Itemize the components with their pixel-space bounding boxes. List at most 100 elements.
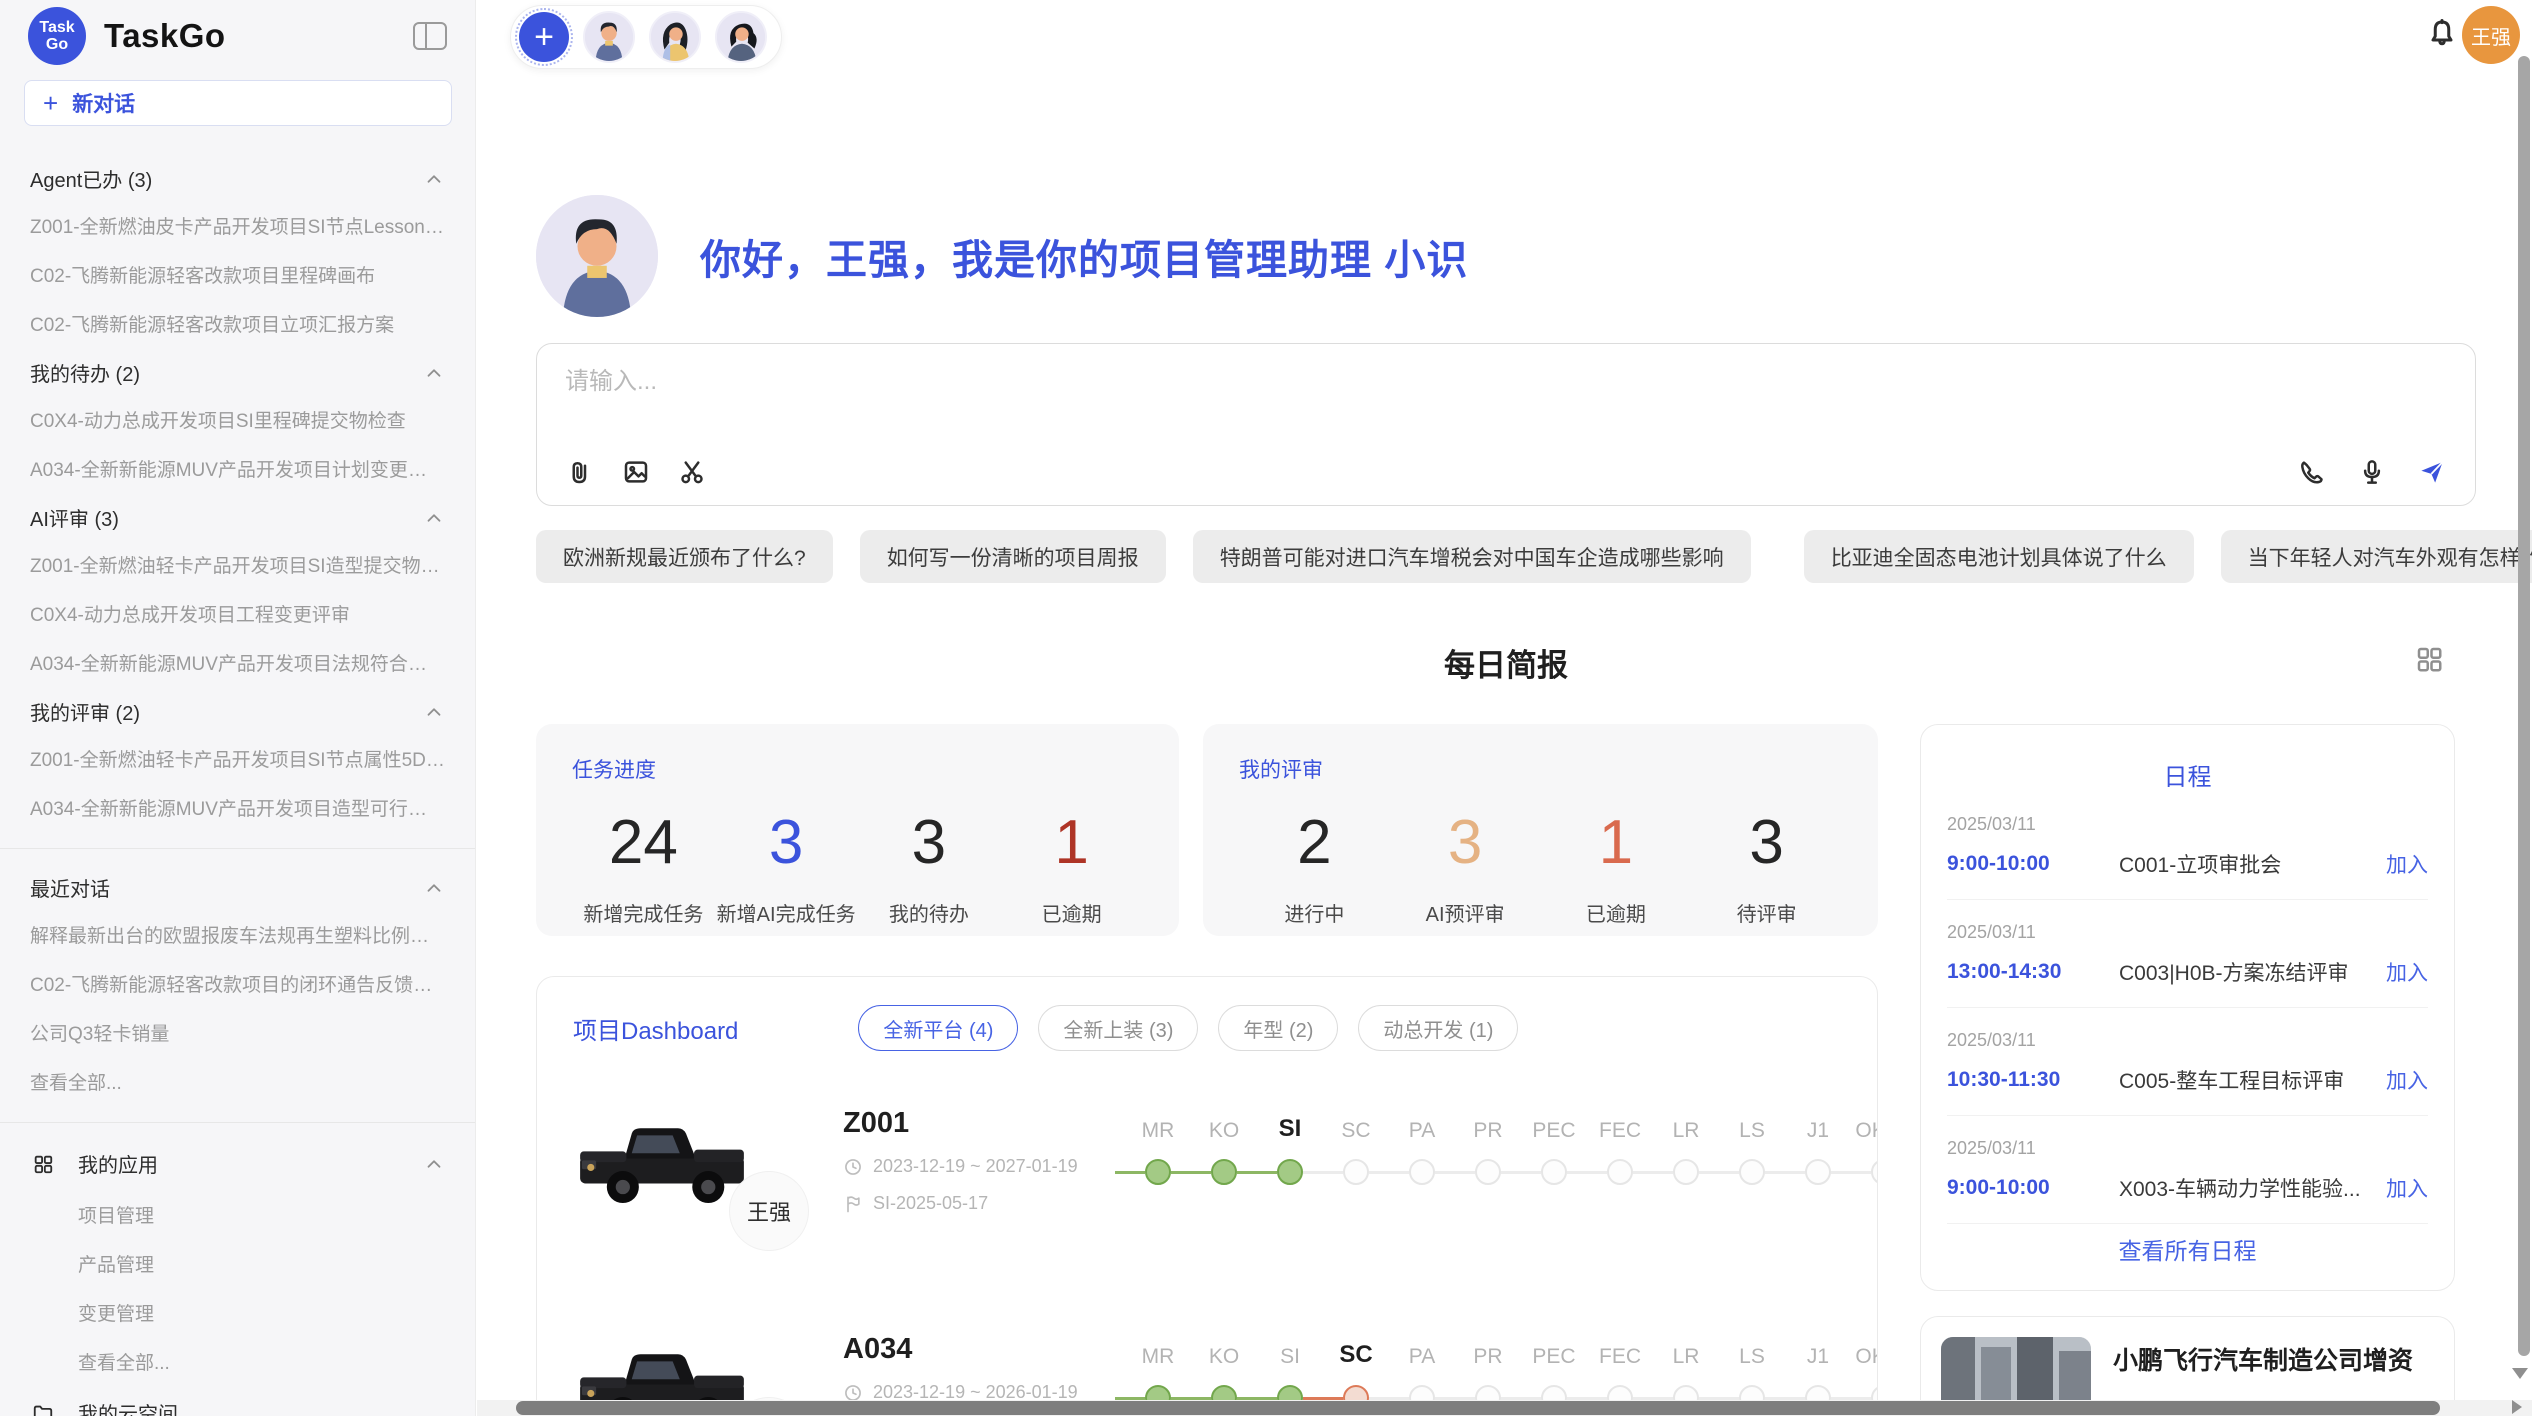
app-item-product-mgmt[interactable]: 产品管理: [0, 1239, 475, 1288]
app-item-change-mgmt[interactable]: 变更管理: [0, 1288, 475, 1337]
cloud-space-label: 我的云空间: [78, 1398, 178, 1416]
list-item[interactable]: C02-飞腾新能源轻客改款项目的闭环通告反馈情况: [0, 959, 475, 1008]
milestone-dot-ko[interactable]: KO: [1211, 1159, 1237, 1185]
section-agent-done[interactable]: Agent已办 (3): [0, 154, 475, 201]
section-my-review[interactable]: 我的评审 (2): [0, 687, 475, 734]
section-ai-review[interactable]: AI评审 (3): [0, 493, 475, 540]
join-link[interactable]: 加入: [2386, 1065, 2428, 1095]
scroll-right-arrow[interactable]: [2512, 1400, 2522, 1414]
project-info: Z001 2023-12-19 ~ 2027-01-19 SI-2025-05-…: [843, 1099, 1115, 1214]
list-item[interactable]: A034-全新新能源MUV产品开发项目法规符合性评审: [0, 638, 475, 687]
project-code: Z001: [843, 1107, 1115, 1140]
join-link[interactable]: 加入: [2386, 1173, 2428, 1203]
event-title: C001-立项审批会: [2119, 849, 2386, 879]
section-recent-chats[interactable]: 最近对话: [0, 863, 475, 910]
list-item[interactable]: Z001-全新燃油皮卡产品开发项目SI节点Lesson Learn报告: [0, 201, 475, 250]
list-item[interactable]: C0X4-动力总成开发项目工程变更评审: [0, 589, 475, 638]
sidebar-collapse-icon[interactable]: [413, 22, 447, 50]
briefing-left-column: 任务进度 24 新增完成任务 3 新增AI完成任务 3: [536, 724, 1878, 1416]
layout-grid-icon[interactable]: [2414, 644, 2444, 674]
vertical-scrollbar[interactable]: [2518, 56, 2530, 1356]
milestone-dot-pa[interactable]: PA: [1409, 1159, 1435, 1185]
send-icon[interactable]: [2417, 457, 2447, 487]
milestone-segment: [1115, 1171, 1145, 1174]
suggestion-chip[interactable]: 如何写一份清晰的项目周报: [860, 530, 1166, 583]
schedule-event: 2025/03/11 13:00-14:30 C003|H0B-方案冻结评审 加…: [1947, 900, 2428, 1008]
filter-powertrain[interactable]: 动总开发 (1): [1358, 1005, 1518, 1051]
list-item[interactable]: Z001-全新燃油轻卡产品开发项目SI造型提交物评审: [0, 540, 475, 589]
milestone-segment: [1435, 1171, 1475, 1174]
filter-new-platform[interactable]: 全新平台 (4): [858, 1005, 1018, 1051]
milestone-dot-ls[interactable]: LS: [1739, 1159, 1765, 1185]
list-item[interactable]: 公司Q3轻卡销量: [0, 1008, 475, 1057]
chevron-up-icon[interactable]: [423, 362, 445, 384]
milestone-dot-mr[interactable]: MR: [1145, 1159, 1171, 1185]
view-all-apps[interactable]: 查看全部...: [0, 1337, 475, 1386]
dashboard-title: 项目Dashboard: [573, 1011, 738, 1046]
scissors-icon[interactable]: [677, 457, 707, 487]
list-item[interactable]: A034-全新新能源MUV产品开发项目造型可行性评审: [0, 783, 475, 832]
list-item[interactable]: A034-全新新能源MUV产品开发项目计划变更表编写: [0, 444, 475, 493]
sidebar-item-my-apps[interactable]: 我的应用: [0, 1137, 475, 1190]
filter-year-model[interactable]: 年型 (2): [1218, 1005, 1338, 1051]
list-item[interactable]: C0X4-动力总成开发项目SI里程碑提交物检查: [0, 395, 475, 444]
sidebar-item-cloud-space[interactable]: 我的云空间: [0, 1386, 475, 1416]
suggestion-chip[interactable]: 当下年轻人对汽车外观有怎样的喜好趋势: [2221, 530, 2532, 583]
app-item-project-mgmt[interactable]: 项目管理: [0, 1190, 475, 1239]
card-title: 任务进度: [572, 754, 1143, 784]
chevron-up-icon[interactable]: [423, 701, 445, 723]
list-item[interactable]: C02-飞腾新能源轻客改款项目里程碑画布: [0, 250, 475, 299]
view-all-chats[interactable]: 查看全部...: [0, 1057, 475, 1106]
app-logo: Task Go: [28, 7, 86, 65]
folder-icon: [30, 1400, 56, 1416]
dashboard-header: 项目Dashboard 全新平台 (4) 全新上装 (3) 年型 (2) 动总开…: [537, 1005, 1877, 1051]
suggestion-chip[interactable]: 比亚迪全固态电池计划具体说了什么: [1804, 530, 2194, 583]
logo-text-top: Task: [39, 19, 74, 36]
chevron-up-icon[interactable]: [423, 877, 445, 899]
milestone-dot-pec[interactable]: PEC: [1541, 1159, 1567, 1185]
attachment-icon[interactable]: [565, 457, 595, 487]
milestone-label: PR: [1473, 1345, 1502, 1369]
milestone-dot-oktb[interactable]: OKTB: [1871, 1159, 1878, 1185]
scroll-down-arrow[interactable]: [2512, 1368, 2528, 1379]
milestone-label: KO: [1209, 1345, 1239, 1369]
microphone-icon[interactable]: [2357, 457, 2387, 487]
view-all-schedule-link[interactable]: 查看所有日程: [1947, 1224, 2428, 1266]
milestone-dot-fec[interactable]: FEC: [1607, 1159, 1633, 1185]
chevron-up-icon[interactable]: [423, 1153, 445, 1175]
project-row[interactable]: 王强 Z001 2023-12-19 ~ 2027-01-19 SI-2025-…: [537, 1099, 1877, 1277]
phone-call-icon[interactable]: [2297, 457, 2327, 487]
project-dashboard-card: 项目Dashboard 全新平台 (4) 全新上装 (3) 年型 (2) 动总开…: [536, 976, 1878, 1416]
section-label: Agent已办 (3): [30, 164, 152, 193]
milestone-segment: [1765, 1171, 1805, 1174]
milestone-dot-j1[interactable]: J1: [1805, 1159, 1831, 1185]
milestone-dot-pr[interactable]: PR: [1475, 1159, 1501, 1185]
join-link[interactable]: 加入: [2386, 849, 2428, 879]
image-icon[interactable]: [621, 457, 651, 487]
list-item[interactable]: Z001-全新燃油轻卡产品开发项目SI节点属性5D文件评审: [0, 734, 475, 783]
event-title: C005-整车工程目标评审: [2119, 1065, 2386, 1095]
milestone-dot-sc[interactable]: SC: [1343, 1159, 1369, 1185]
milestone-dot-lr[interactable]: LR: [1673, 1159, 1699, 1185]
milestone-label: SI: [1279, 1115, 1302, 1143]
chevron-up-icon[interactable]: [423, 168, 445, 190]
daily-brief-title: 每日简报: [536, 640, 2476, 685]
join-link[interactable]: 加入: [2386, 957, 2428, 987]
milestone-dot-si[interactable]: SI: [1277, 1159, 1303, 1185]
new-chat-button[interactable]: + 新对话: [24, 80, 452, 126]
stat-new-done: 24 新增完成任务: [572, 806, 715, 927]
section-my-todo[interactable]: 我的待办 (2): [0, 348, 475, 395]
suggestion-chip[interactable]: 欧洲新规最近颁布了什么?: [536, 530, 833, 583]
chat-input[interactable]: [565, 368, 2447, 396]
horizontal-scrollbar[interactable]: [516, 1401, 2440, 1415]
list-item[interactable]: C02-飞腾新能源轻客改款项目立项汇报方案: [0, 299, 475, 348]
filter-new-body[interactable]: 全新上装 (3): [1038, 1005, 1198, 1051]
chevron-up-icon[interactable]: [423, 507, 445, 529]
milestone-segment: [1699, 1171, 1739, 1174]
schedule-event: 2025/03/11 9:00-10:00 X003-车辆动力学性能验... 加…: [1947, 1116, 2428, 1224]
suggestion-chip[interactable]: 特朗普可能对进口汽车增税会对中国车企造成哪些影响: [1193, 530, 1751, 583]
my-review-card: 我的评审 2 进行中 3 AI预评审 1: [1203, 724, 1878, 936]
project-vehicle-image: [573, 1099, 751, 1227]
milestone-label: J1: [1807, 1119, 1829, 1143]
list-item[interactable]: 解释最新出台的欧盟报废车法规再生塑料比例被调至15%...: [0, 910, 475, 959]
